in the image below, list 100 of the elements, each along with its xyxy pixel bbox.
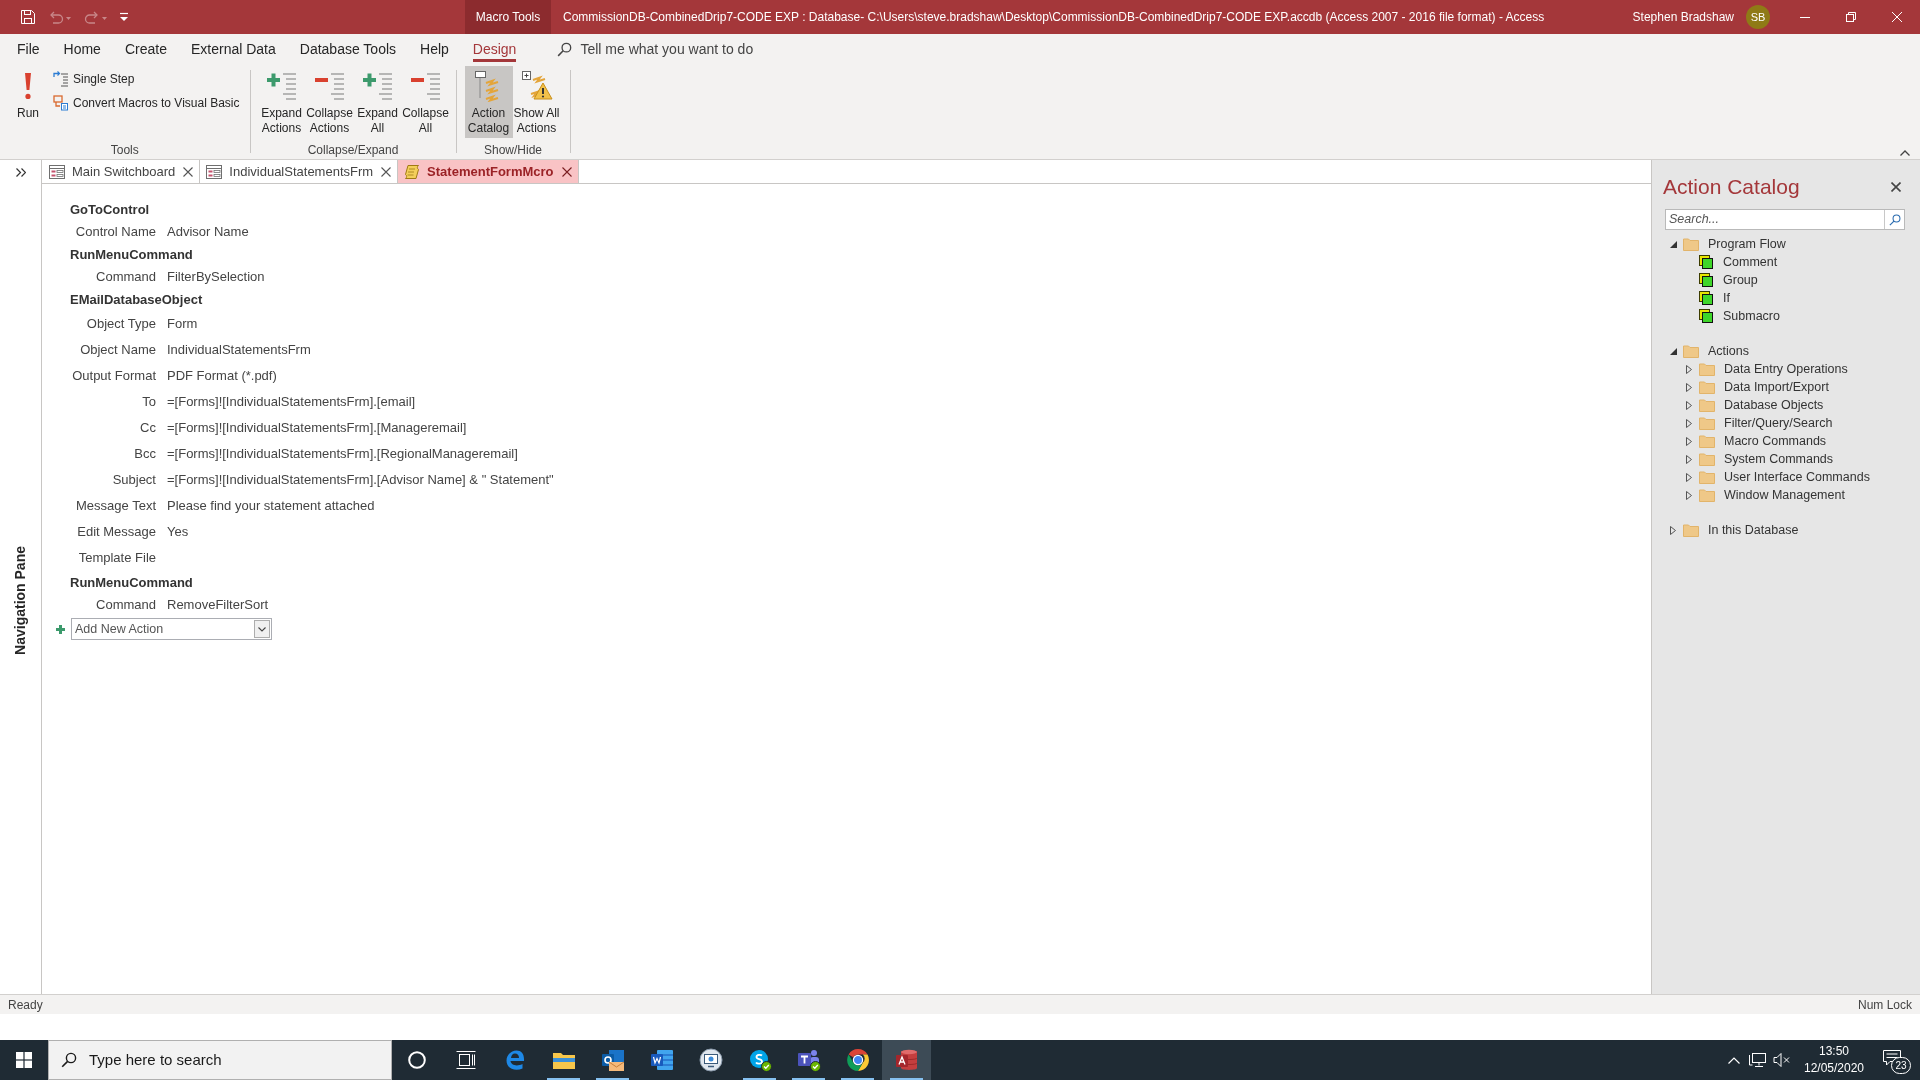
expander-icon[interactable] (1686, 490, 1692, 500)
document-tab[interactable]: Main Switchboard (43, 160, 184, 183)
tree-item[interactable]: If (1695, 289, 1732, 307)
tree-item[interactable]: Submacro (1695, 307, 1782, 325)
ribbon-button[interactable]: Run (9, 66, 47, 138)
panel-title: Action Catalog (1663, 174, 1800, 200)
clock[interactable]: 13:50 12/05/2020 (1796, 1043, 1872, 1077)
ribbon-tab[interactable]: Database Tools (288, 34, 408, 64)
ribbon-button[interactable]: Single Step (51, 68, 242, 90)
close-icon[interactable] (183, 166, 194, 177)
navigation-pane-label[interactable]: Navigation Pane (10, 546, 31, 655)
expander-icon[interactable] (1686, 418, 1692, 428)
tree-item[interactable]: Data Entry Operations (1695, 360, 1850, 378)
ribbon-button[interactable]: Convert Macros to Visual Basic (51, 92, 242, 114)
chevron-up-icon[interactable] (1900, 150, 1910, 156)
dropdown-button[interactable] (254, 620, 270, 638)
status-text: Ready (8, 996, 43, 1014)
tree-item[interactable]: Macro Commands (1695, 432, 1829, 450)
minus-list-icon (409, 70, 442, 102)
document-icon (649, 1048, 674, 1072)
circle-icon[interactable] (407, 1051, 426, 1069)
plus-icon[interactable] (56, 624, 65, 634)
stacked-squares-icon (1699, 291, 1713, 305)
expander-icon[interactable] (1686, 436, 1692, 446)
tree-item[interactable]: Data Import/Export (1695, 378, 1831, 396)
tell-me-search[interactable]: Tell me what you want to do (557, 34, 754, 64)
tree-item[interactable]: Program Flow (1679, 235, 1788, 253)
argument-label: Cc (140, 419, 156, 438)
status-indicator: Num Lock (1857, 996, 1912, 1014)
ribbon-button[interactable]: Expand All (353, 66, 402, 138)
restore-icon[interactable] (1846, 12, 1856, 22)
expander-icon[interactable] (1686, 382, 1692, 392)
tree-item[interactable]: User Interface Commands (1695, 468, 1872, 486)
search-field[interactable]: Search... (1665, 209, 1905, 230)
ribbon-button[interactable]: Collapse All (401, 66, 450, 138)
dropdown-icon[interactable] (120, 12, 128, 22)
close-icon[interactable] (1891, 182, 1901, 192)
expander-icon[interactable] (1686, 454, 1692, 464)
argument-value[interactable]: =[Forms]![IndividualStatementsFrm].[email] (167, 392, 416, 412)
tree-item[interactable]: Window Management (1695, 486, 1847, 504)
expander-icon[interactable] (1686, 472, 1692, 482)
ribbon-tab[interactable]: Create (113, 34, 178, 64)
tree-item[interactable]: Filter/Query/Search (1695, 414, 1835, 432)
tree-item[interactable]: Comment (1695, 253, 1780, 271)
action-name[interactable]: EMailDatabaseObject (70, 289, 203, 310)
argument-value[interactable]: IndividualStatementsFrm (167, 340, 311, 360)
argument-value[interactable]: Form (167, 314, 198, 334)
tree-item[interactable]: Actions (1679, 342, 1751, 360)
add-action-combo[interactable]: Add New Action (71, 618, 272, 640)
action-name[interactable]: RunMenuCommand (70, 244, 193, 265)
ribbon-button[interactable]: Collapse Actions (305, 66, 354, 138)
ribbon-button[interactable]: Expand Actions (257, 66, 306, 138)
argument-value[interactable]: Advisor Name (167, 222, 249, 242)
mute-icon[interactable] (1773, 1052, 1791, 1068)
folder-icon (1699, 434, 1715, 448)
argument-value[interactable]: Yes (167, 522, 189, 542)
four-panes-icon[interactable] (16, 1052, 32, 1068)
save-icon[interactable] (20, 9, 36, 25)
folder-icon (1699, 452, 1715, 466)
search-field[interactable]: Type here to search (48, 1040, 392, 1080)
ribbon-button[interactable]: Show All Actions (512, 66, 561, 138)
minus-list-icon (313, 70, 346, 102)
context-tab[interactable]: Macro Tools (465, 0, 551, 34)
tree-item[interactable]: In this Database (1679, 521, 1801, 539)
stacked-windows-icon[interactable] (455, 1051, 476, 1069)
action-name[interactable]: GoToControl (70, 199, 150, 220)
argument-value[interactable]: =[Forms]![IndividualStatementsFrm].[Manageremail] (167, 418, 467, 438)
action-name[interactable]: RunMenuCommand (70, 572, 193, 593)
expander-icon[interactable] (1670, 525, 1676, 535)
argument-value[interactable]: =[Forms]![IndividualStatementsFrm].[RegionalManageremail] (167, 444, 518, 464)
tree-item[interactable]: Group (1695, 271, 1760, 289)
argument-value[interactable]: PDF Format (*.pdf) (167, 366, 277, 386)
argument-value[interactable]: FilterBySelection (167, 267, 265, 287)
ribbon-tab[interactable]: Home (52, 34, 112, 64)
group-label: Collapse/Expand (307, 142, 399, 158)
close-icon[interactable] (561, 166, 572, 177)
double-chevron-icon[interactable] (15, 168, 26, 177)
ribbon-tab[interactable]: Design (461, 34, 528, 64)
form-icon (206, 164, 223, 179)
ribbon-tab[interactable]: External Data (179, 34, 287, 64)
expander-icon[interactable] (1686, 400, 1692, 410)
expander-icon[interactable] (1669, 240, 1677, 248)
exclamation-icon (25, 73, 31, 99)
argument-label: Subject (112, 471, 156, 490)
ribbon-tab[interactable]: File (6, 34, 51, 64)
folder-icon (1683, 523, 1699, 537)
tree-item[interactable]: Database Objects (1695, 396, 1826, 414)
search-button[interactable] (1884, 210, 1904, 229)
document-tab[interactable]: IndividualStatementsFrm (200, 160, 382, 183)
tree-item[interactable]: System Commands (1695, 450, 1836, 468)
expander-icon[interactable] (1669, 347, 1677, 355)
network-icon[interactable] (1749, 1052, 1767, 1068)
avatar[interactable]: SB (1746, 5, 1770, 29)
argument-value[interactable]: =[Forms]![IndividualStatementsFrm].[Advisor Name] & " Statement" (167, 470, 554, 490)
argument-value[interactable]: RemoveFilterSort (167, 595, 269, 615)
ribbon-button[interactable]: Action Catalog (464, 66, 513, 138)
argument-value[interactable]: Please find your statement attached (167, 496, 375, 516)
close-icon[interactable] (381, 166, 392, 177)
ribbon-tab[interactable]: Help (409, 34, 460, 64)
expander-icon[interactable] (1686, 364, 1692, 374)
